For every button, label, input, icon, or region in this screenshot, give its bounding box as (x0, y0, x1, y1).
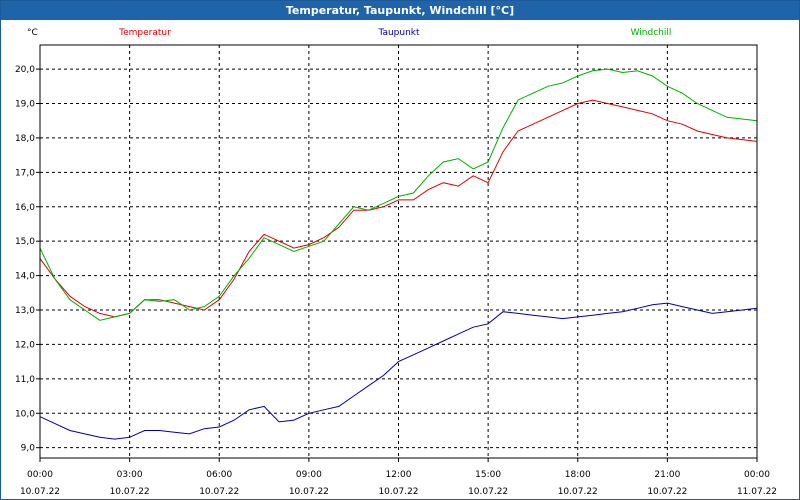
x-tick-time-label: 00:00 (27, 470, 53, 480)
y-tick-label: 19,0 (15, 100, 35, 110)
x-tick-date-label: 10.07.22 (468, 487, 508, 497)
y-tick-label: 12,0 (15, 340, 35, 350)
y-tick-label: 10,0 (15, 409, 35, 419)
legend-label-taupunkt: Taupunkt (377, 28, 420, 38)
window-title: Temperatur, Taupunkt, Windchill [°C] (1, 1, 799, 20)
y-tick-label: 13,0 (15, 306, 35, 316)
x-tick-time-label: 09:00 (296, 470, 322, 480)
legend: Temperatur Taupunkt Windchill (118, 28, 671, 38)
x-tick-date-label: 10.07.22 (378, 487, 418, 497)
y-tick-label: 18,0 (15, 134, 35, 144)
x-tick-date-label: 10.07.22 (199, 487, 239, 497)
y-axis-label: °C (27, 28, 38, 38)
x-tick-time-label: 12:00 (386, 470, 412, 480)
y-tick-label: 20,0 (15, 65, 35, 75)
x-tick-time-label: 06:00 (206, 470, 232, 480)
x-tick-date-label: 11.07.22 (737, 487, 777, 497)
x-tick-time-label: 00:00 (744, 470, 770, 480)
grid (40, 45, 757, 458)
y-tick-label: 17,0 (15, 168, 35, 178)
x-tick-time-label: 21:00 (654, 470, 680, 480)
x-tick-date-label: 10.07.22 (110, 487, 150, 497)
temperature-chart: 9,0 10,0 11,0 12,0 13,0 14,0 15,0 16,0 17,0 18,0 1… (15, 28, 777, 497)
y-tick-label: 9,0 (21, 444, 36, 454)
x-tick-date-label: 10.07.22 (647, 487, 687, 497)
y-tick-label: 14,0 (15, 272, 35, 282)
legend-label-windchill: Windchill (631, 28, 672, 38)
chart-window: Temperatur, Taupunkt, Windchill [°C] 9,0… (0, 0, 800, 500)
x-tick-date-label: 10.07.22 (20, 487, 60, 497)
x-tick-date-label: 10.07.22 (289, 487, 329, 497)
y-tick-label: 16,0 (15, 203, 35, 213)
x-tick-time-label: 15:00 (475, 470, 501, 480)
x-tick-time-label: 03:00 (117, 470, 143, 480)
y-tick-label: 15,0 (15, 237, 35, 247)
x-tick-time-label: 18:00 (565, 470, 591, 480)
x-tick-date-label: 10.07.22 (558, 487, 598, 497)
legend-label-temperatur: Temperatur (118, 28, 171, 38)
y-tick-label: 11,0 (15, 375, 35, 385)
